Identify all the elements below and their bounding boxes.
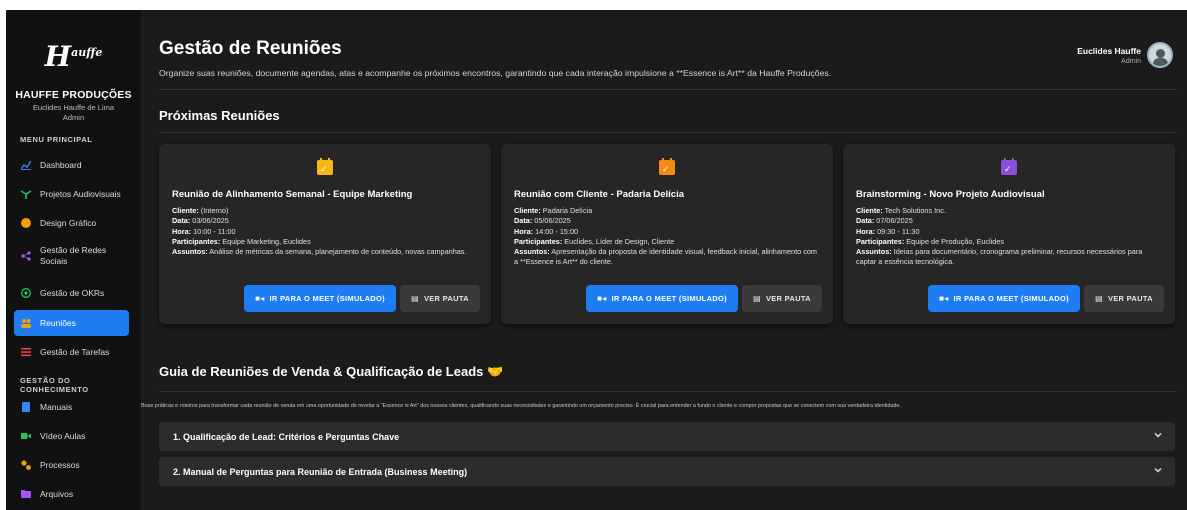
meet-button[interactable]: ■◂ IR PARA O MEET (SIMULADO) <box>244 285 396 312</box>
app-window: Hauffe HAUFFE PRODUÇÕES Euclides Hauffe … <box>6 10 1187 510</box>
user-name: Euclides Hauffe <box>1077 45 1141 56</box>
sidebar-item-video-aulas[interactable]: Vídeo Aulas <box>14 423 129 449</box>
sidebar: Hauffe HAUFFE PRODUÇÕES Euclides Hauffe … <box>6 10 141 510</box>
chart-line-icon <box>20 160 32 170</box>
user-info: Euclides Hauffe Admin <box>1077 46 1141 65</box>
guide-description: Boas práticas e roteiros para transforma… <box>141 403 901 409</box>
meet-button[interactable]: ■◂ IR PARA O MEET (SIMULADO) <box>928 285 1080 312</box>
share-icon <box>21 251 31 261</box>
sidebar-item-manuais[interactable]: Manuais <box>14 394 129 420</box>
meet-button[interactable]: ■◂ IR PARA O MEET (SIMULADO) <box>586 285 738 312</box>
video-icon <box>21 431 31 441</box>
meeting-title: Reunião com Cliente - Padaria Delícia <box>514 189 684 200</box>
calendar-icon: ✓ <box>1001 158 1017 175</box>
sidebar-item-processos[interactable]: Processos <box>14 452 129 478</box>
user-role: Admin <box>1121 57 1141 65</box>
target-icon <box>21 288 31 298</box>
meeting-card: ✓ Reunião com Cliente - Padaria Delícia … <box>501 144 833 324</box>
accordion-label: 1. Qualificação de Lead: Critérios e Per… <box>173 431 400 442</box>
sidebar-item-redes[interactable]: Gestão de Redes Sociais <box>14 239 129 273</box>
meeting-details: Cliente: (Interno) Data: 03/06/2025 Hora… <box>172 206 467 257</box>
page-subtitle: Organize suas reuniões, documente agenda… <box>159 68 832 78</box>
user-menu[interactable]: Euclides Hauffe Admin <box>1077 42 1173 68</box>
film-icon <box>20 189 32 199</box>
sidebar-item-projetos[interactable]: Projetos Audiovisuais <box>14 181 129 207</box>
guide-divider <box>159 391 1177 392</box>
sidebar-item-dashboard[interactable]: Dashboard <box>14 152 129 178</box>
meeting-title: Brainstorming - Novo Projeto Audiovisual <box>856 189 1045 200</box>
accordion-business-meeting[interactable]: 2. Manual de Perguntas para Reunião de E… <box>159 457 1175 486</box>
meeting-title: Reunião de Alinhamento Semanal - Equipe … <box>172 189 413 200</box>
handshake-icon: 🤝 <box>487 364 504 379</box>
avatar[interactable] <box>1147 42 1173 68</box>
video-icon: ■◂ <box>939 294 949 303</box>
knowledge-label: GESTÃO DO CONHECIMENTO <box>20 376 89 394</box>
meeting-card: ✓ Reunião de Alinhamento Semanal - Equip… <box>159 144 491 324</box>
chevron-down-icon <box>1153 430 1163 443</box>
main-content: Gestão de Reuniões Organize suas reuniõe… <box>141 10 1187 510</box>
clipboard-icon: ▤ <box>1095 294 1103 303</box>
meeting-details: Cliente: Padaria Delícia Data: 05/06/202… <box>514 206 818 267</box>
sidebar-item-arquivos[interactable]: Arquivos <box>14 481 129 507</box>
book-icon <box>21 402 31 412</box>
video-icon: ■◂ <box>255 294 265 303</box>
upcoming-divider <box>159 132 1177 133</box>
video-icon: ■◂ <box>597 294 607 303</box>
gears-icon <box>21 460 31 470</box>
chevron-down-icon <box>1153 465 1163 478</box>
sidebar-user-name: Euclides Hauffe de Lima <box>32 103 115 112</box>
view-agenda-button[interactable]: ▤ VER PAUTA <box>742 285 822 312</box>
accordion-lead-qualification[interactable]: 1. Qualificação de Lead: Critérios e Per… <box>159 422 1175 451</box>
menu-label: MENU PRINCIPAL <box>20 135 93 144</box>
sidebar-item-okrs[interactable]: Gestão de OKRs <box>14 280 129 306</box>
sidebar-user-role: Admin <box>62 113 85 122</box>
palette-icon <box>21 218 31 228</box>
meeting-card: ✓ Brainstorming - Novo Projeto Audiovisu… <box>843 144 1175 324</box>
meeting-details: Cliente: Tech Solutions Inc. Data: 07/06… <box>856 206 1143 267</box>
logo: Hauffe <box>44 40 103 73</box>
brand-name: HAUFFE PRODUÇÕES <box>15 89 132 101</box>
sidebar-user: Euclides Hauffe de Lima Admin <box>6 103 141 123</box>
clipboard-icon: ▤ <box>411 294 419 303</box>
list-icon <box>21 347 31 357</box>
guide-title: Guia de Reuniões de Venda & Qualificação… <box>159 364 504 379</box>
accordion-label: 2. Manual de Perguntas para Reunião de E… <box>173 466 468 477</box>
upcoming-title: Próximas Reuniões <box>159 108 280 123</box>
calendar-icon: ✓ <box>317 158 333 175</box>
header-divider <box>159 89 1177 90</box>
page-title: Gestão de Reuniões <box>159 38 342 59</box>
view-agenda-button[interactable]: ▤ VER PAUTA <box>1084 285 1164 312</box>
clipboard-icon: ▤ <box>753 294 761 303</box>
view-agenda-button[interactable]: ▤ VER PAUTA <box>400 285 480 312</box>
sidebar-item-design[interactable]: Design Gráfico <box>14 210 129 236</box>
people-icon <box>21 318 31 328</box>
calendar-icon: ✓ <box>659 158 675 175</box>
sidebar-item-tarefas[interactable]: Gestão de Tarefas <box>14 339 129 365</box>
sidebar-item-reunioes[interactable]: Reuniões <box>14 310 129 336</box>
folder-icon <box>21 489 31 499</box>
